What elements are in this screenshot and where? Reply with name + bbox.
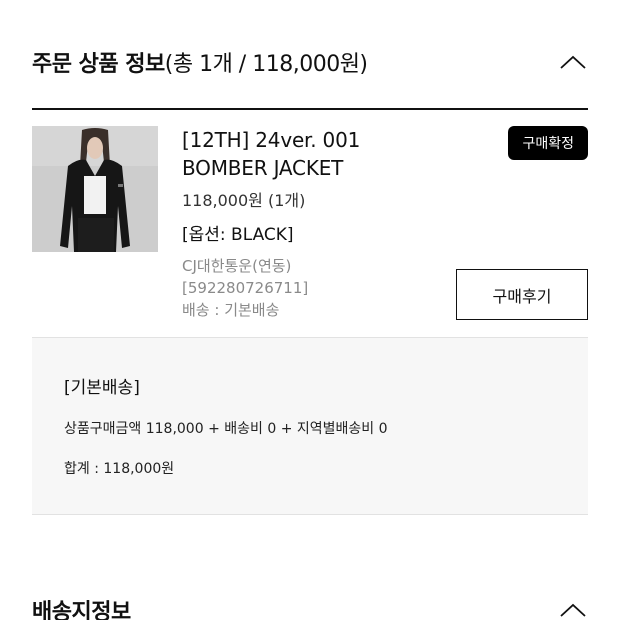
summary-breakdown: 상품구매금액 118,000 + 배송비 0 + 지역별배송비 0 [64, 421, 388, 437]
section-divider [32, 108, 588, 110]
product-name-line2: BOMBER JACKET [182, 156, 344, 180]
product-option: [옵션: BLACK] [182, 225, 294, 245]
summary-title: [기본배송] [64, 378, 140, 398]
order-section-title: 주문 상품 정보(총 1개 / 118,000원) [32, 46, 368, 78]
product-name[interactable]: [12TH] 24ver. 001 BOMBER JACKET [182, 126, 422, 182]
status-badge: 구매확정 [508, 126, 588, 160]
summary-total: 합계 : 118,000원 [64, 461, 175, 477]
shipping-method: 배송 : 기본배송 [182, 301, 280, 319]
shipping-section-title: 배송지정보 [32, 600, 131, 620]
product-price: 118,000원 (1개) [182, 191, 306, 210]
shipping-section-header[interactable]: 배송지정보 [32, 590, 588, 620]
order-count-summary: (총 1개 / 118,000원) [164, 52, 368, 77]
order-section-header[interactable]: 주문 상품 정보(총 1개 / 118,000원) [32, 40, 588, 84]
carrier-name: CJ대한통운(연동) [182, 257, 292, 275]
write-review-button[interactable]: 구매후기 [456, 269, 588, 320]
order-summary-box: [기본배송] 상품구매금액 118,000 + 배송비 0 + 지역별배송비 0… [32, 337, 588, 515]
order-section-title-text: 주문 상품 정보 [32, 52, 165, 77]
product-thumbnail[interactable] [32, 126, 158, 252]
chevron-up-icon[interactable] [558, 50, 588, 74]
shipping-info: CJ대한통운(연동) [592280726711] 배송 : 기본배송 [182, 255, 308, 321]
tracking-number[interactable]: [592280726711] [182, 277, 308, 299]
product-name-line1: [12TH] 24ver. 001 [182, 128, 361, 152]
chevron-up-icon[interactable] [558, 598, 588, 620]
